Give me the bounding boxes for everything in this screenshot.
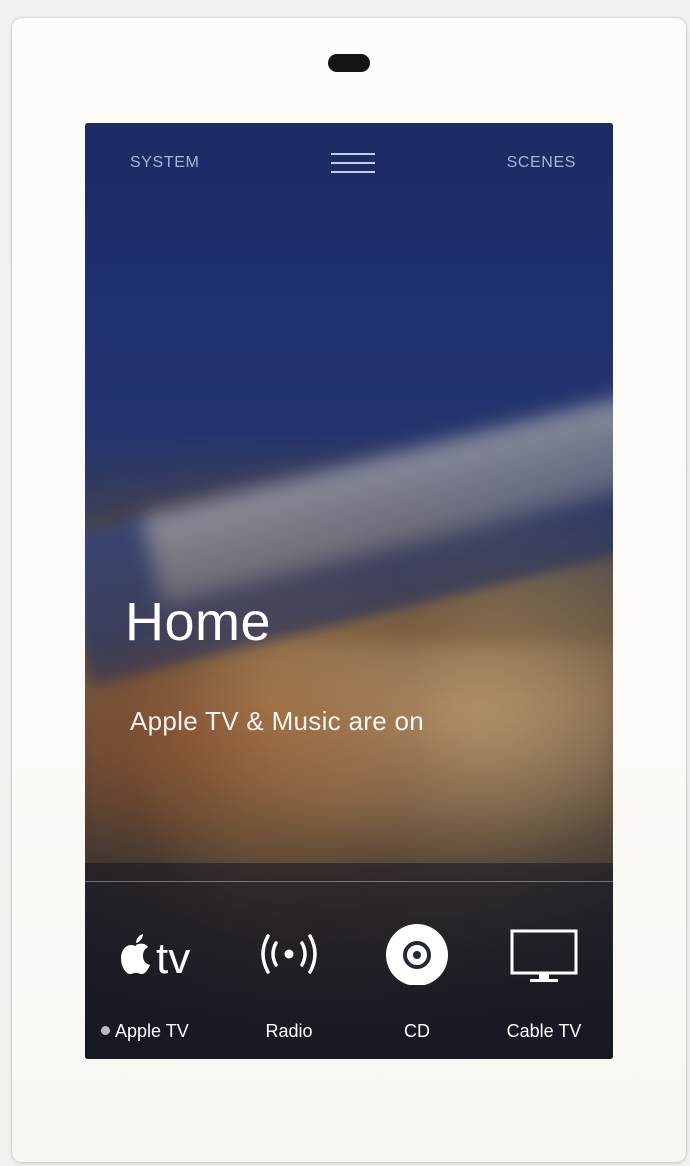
system-button[interactable]: SYSTEM <box>130 154 199 172</box>
radio-broadcast-icon <box>224 923 354 985</box>
source-cable-tv[interactable]: Cable TV <box>479 913 609 1053</box>
apple-tv-icon: tv <box>96 923 226 985</box>
source-label: Cable TV <box>506 1021 582 1041</box>
scenes-button[interactable]: SCENES <box>507 154 576 172</box>
source-radio[interactable]: Radio <box>224 913 354 1053</box>
tv-monitor-icon <box>479 923 609 985</box>
touch-screen: SYSTEM SCENES Home Apple TV & Music are … <box>85 123 613 1059</box>
source-bar: tv Apple TV Radio CD Cable TV <box>85 913 613 1053</box>
hamburger-menu-icon[interactable] <box>331 151 375 177</box>
touch-panel-device: SYSTEM SCENES Home Apple TV & Music are … <box>12 18 686 1162</box>
source-label: CD <box>404 1021 430 1041</box>
apple-tv-logo-text: tv <box>156 934 190 983</box>
source-cd[interactable]: CD <box>352 913 482 1053</box>
source-label: Radio <box>265 1021 313 1041</box>
divider <box>85 881 613 882</box>
room-status: Apple TV & Music are on <box>130 706 425 736</box>
source-apple-tv[interactable]: tv Apple TV <box>96 913 226 1053</box>
active-indicator <box>101 1026 110 1035</box>
top-bar: SYSTEM SCENES <box>85 123 613 203</box>
source-label: Apple TV <box>115 1021 189 1041</box>
room-title: Home <box>125 592 272 652</box>
cd-icon <box>352 923 482 986</box>
camera-icon <box>328 54 370 72</box>
